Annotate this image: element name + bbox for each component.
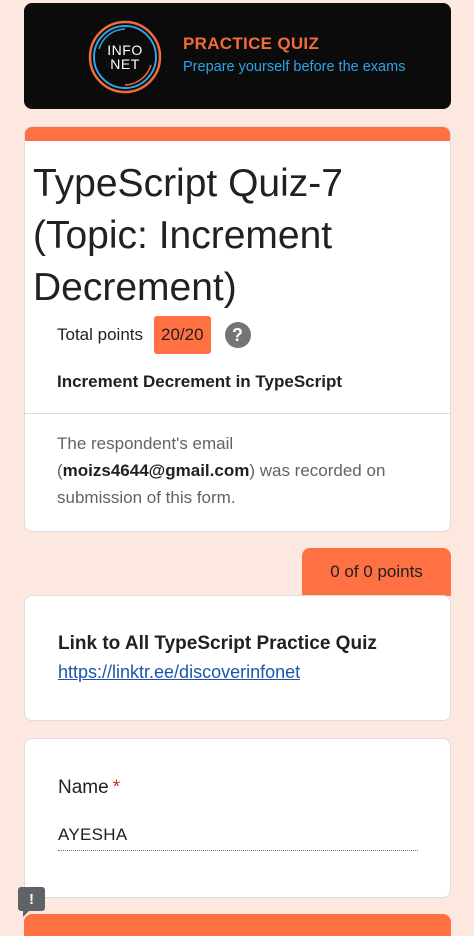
form-description: Increment Decrement in TypeScript — [57, 372, 342, 391]
accent-bar — [25, 127, 450, 141]
name-question-label: Name * — [58, 777, 120, 799]
report-problem-icon[interactable]: ! — [18, 887, 45, 917]
link-section-card: Link to All TypeScript Practice Quiz htt… — [24, 595, 451, 721]
logo-line-2: NET — [110, 56, 140, 72]
section-score-badge: 0 of 0 points — [302, 548, 451, 596]
total-points-label: Total points — [57, 325, 143, 344]
banner-title: PRACTICE QUIZ — [183, 34, 320, 53]
question-mark-circle-icon[interactable]: ? — [224, 322, 251, 348]
name-answer-field[interactable]: AYESHA — [58, 825, 418, 851]
logo-line-1: INFO — [107, 42, 143, 58]
practice-quiz-link[interactable]: https://linktr.ee/discoverinfonet — [58, 662, 300, 683]
points-badge: 20/20 — [154, 316, 211, 354]
name-question-card: Name * AYESHA — [24, 738, 451, 898]
total-points-row: Total points 20/20 ? — [57, 316, 251, 354]
next-card-accent-bar — [24, 914, 451, 936]
required-asterisk: * — [112, 777, 121, 798]
infonet-logo: INFO NET — [87, 19, 163, 95]
divider — [25, 413, 450, 414]
link-section-title: Link to All TypeScript Practice Quiz — [58, 633, 377, 654]
banner-subtitle: Prepare yourself before the exams — [183, 59, 406, 75]
respondent-email: moizs4644@gmail.com — [62, 461, 250, 480]
logo-text: INFO NET — [87, 19, 163, 95]
header-banner: INFO NET PRACTICE QUIZ Prepare yourself … — [24, 3, 451, 109]
form-title: TypeScript Quiz-7 (Topic: Increment Decr… — [33, 162, 343, 309]
email-recorded-note: The respondent's email (moizs4644@gmail.… — [57, 430, 427, 511]
name-label-text: Name — [58, 777, 109, 798]
